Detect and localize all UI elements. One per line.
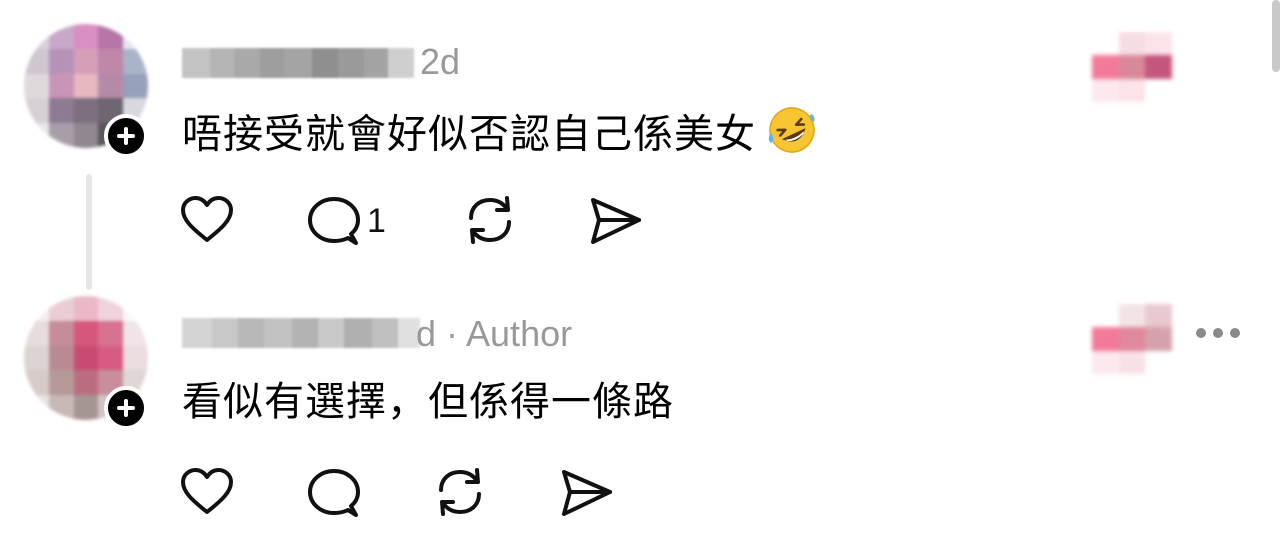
thread-connector bbox=[86, 174, 92, 290]
repost-button[interactable] bbox=[463, 194, 517, 246]
repost-icon bbox=[463, 194, 517, 246]
send-icon bbox=[589, 196, 643, 246]
like-button[interactable] bbox=[180, 468, 234, 516]
share-button[interactable] bbox=[589, 196, 643, 246]
reply-count: 1 bbox=[367, 201, 386, 240]
reply-button[interactable]: 1 bbox=[307, 196, 386, 246]
follow-plus-icon[interactable] bbox=[104, 386, 148, 430]
liked-by-avatar bbox=[1092, 304, 1172, 374]
heart-icon bbox=[180, 468, 234, 516]
timestamp-author-tag: d · Author bbox=[416, 313, 573, 354]
speech-bubble-icon bbox=[307, 468, 361, 518]
author-name-redacted[interactable] bbox=[182, 48, 414, 78]
follow-plus-icon[interactable] bbox=[104, 114, 148, 158]
share-button[interactable] bbox=[560, 468, 614, 518]
send-icon bbox=[560, 468, 614, 518]
comment-text: 唔接受就會好似否認自己係美女 bbox=[182, 104, 818, 169]
liked-by-avatar bbox=[1092, 32, 1172, 102]
comment-text-content: 唔接受就會好似否認自己係美女 bbox=[182, 111, 756, 158]
comment-text: 看似有選擇，但係得一條路 bbox=[182, 379, 674, 425]
rolling-on-floor-laughing-icon bbox=[766, 104, 818, 169]
like-button[interactable] bbox=[180, 196, 234, 244]
repost-icon bbox=[433, 466, 487, 518]
repost-button[interactable] bbox=[433, 466, 487, 518]
timestamp: 2d bbox=[420, 41, 461, 82]
more-horizontal-icon[interactable] bbox=[1196, 328, 1240, 338]
author-name-redacted[interactable] bbox=[182, 318, 420, 348]
reply-button[interactable] bbox=[307, 468, 361, 518]
scrollbar[interactable] bbox=[1272, 0, 1280, 72]
heart-icon bbox=[180, 196, 234, 244]
speech-bubble-icon bbox=[307, 196, 361, 246]
